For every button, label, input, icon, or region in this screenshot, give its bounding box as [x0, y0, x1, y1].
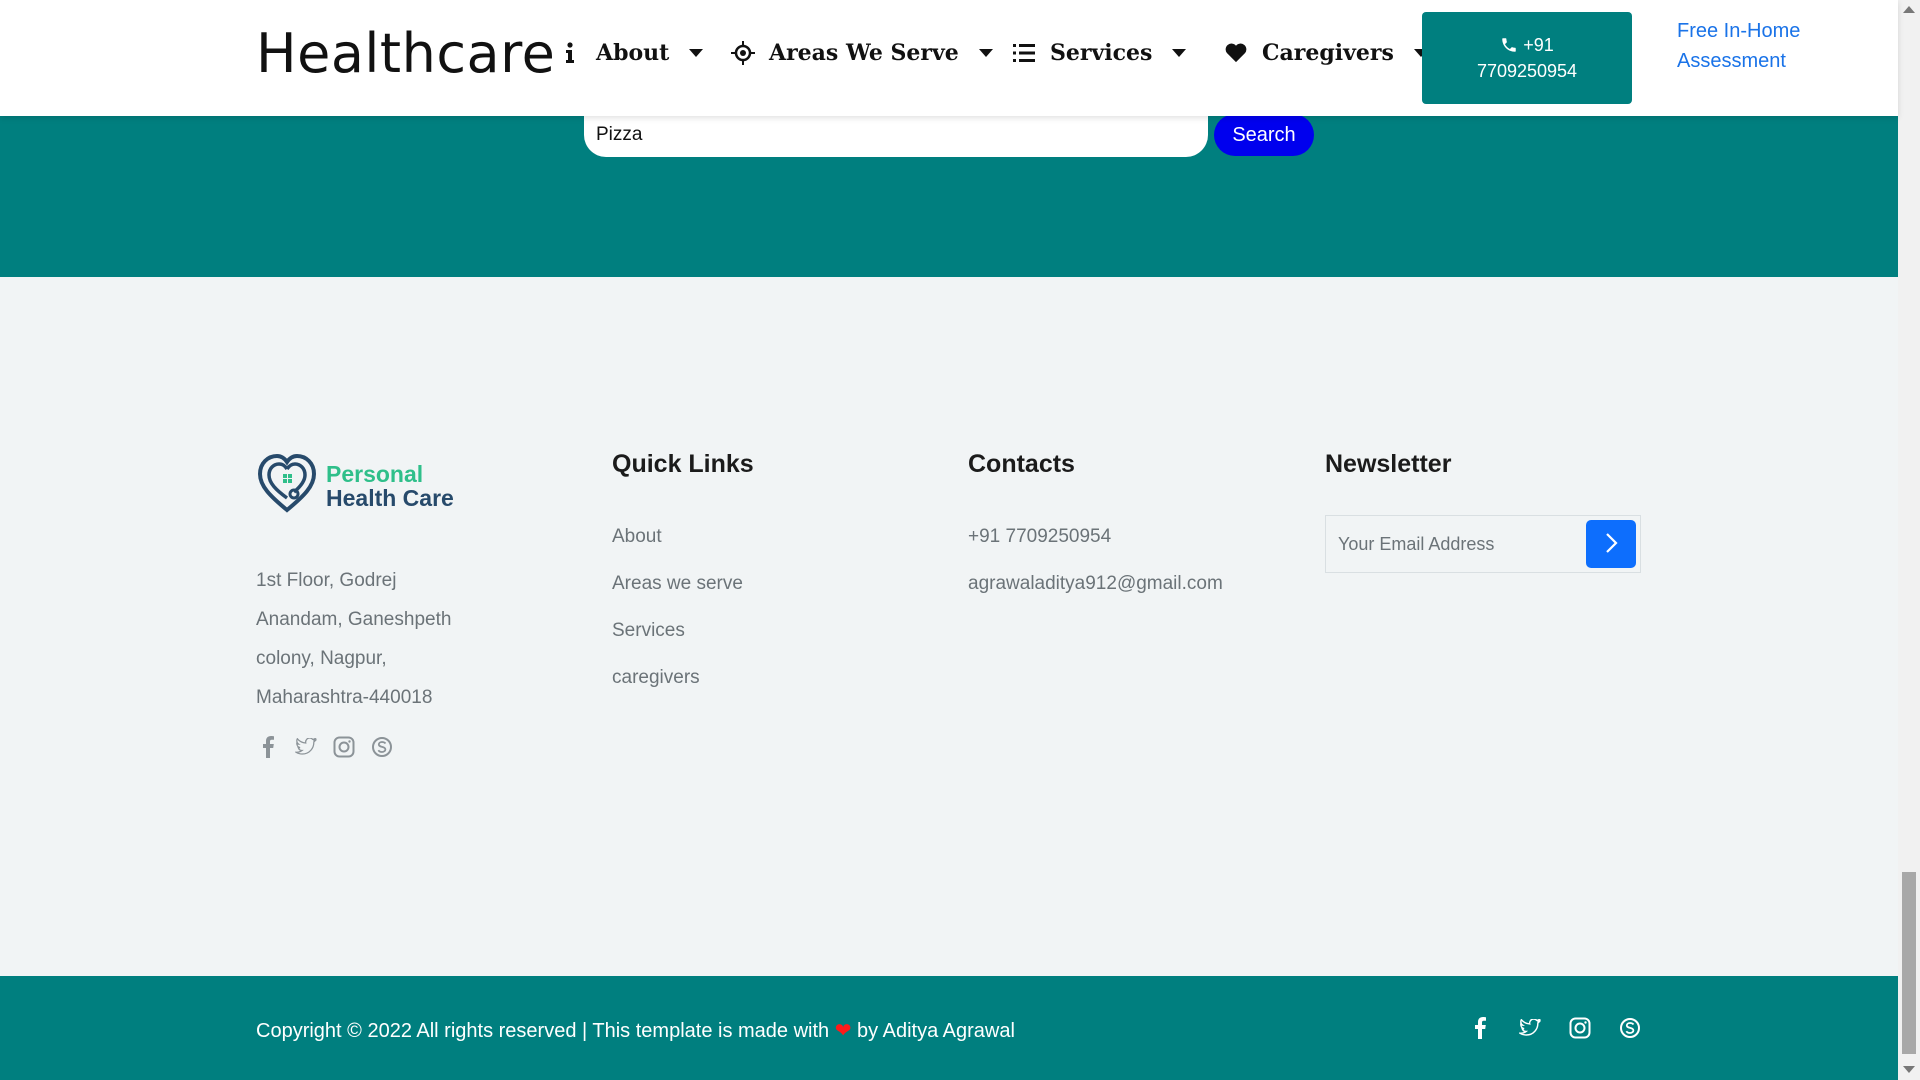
- contacts-list: +91 7709250954 agrawaladitya912@gmail.co…: [968, 513, 1223, 607]
- facebook-icon[interactable]: [1468, 1016, 1492, 1040]
- copyright-suffix: by Aditya Agrawal: [857, 1020, 1015, 1042]
- logo-text: Personal Health Care: [326, 462, 454, 510]
- nav-item-services[interactable]: Services: [1012, 40, 1187, 66]
- navbar: Healthcare About Areas We Serve Services…: [0, 0, 1898, 116]
- copyright-prefix: Copyright © 2022 All rights reserved | T…: [256, 1020, 830, 1042]
- footer-about-column: Personal Health Care 1st Floor, Godrej A…: [256, 450, 486, 759]
- phone-prefix: +91: [1523, 35, 1554, 55]
- search-bar: Search: [584, 113, 1314, 157]
- info-icon: [558, 41, 582, 65]
- site-logo[interactable]: Personal Health Care: [256, 450, 486, 521]
- heart-icon: [1224, 41, 1248, 65]
- chevron-down-icon: [689, 49, 704, 57]
- contact-phone-link[interactable]: +91 7709250954: [968, 513, 1223, 560]
- heart-stethoscope-logo-icon: [256, 450, 318, 521]
- chevron-right-icon: [1604, 532, 1618, 557]
- search-input[interactable]: [584, 113, 1208, 157]
- quick-links-list: About Areas we serve Services caregivers: [612, 513, 754, 701]
- nav-label-areas: Areas We Serve: [769, 40, 959, 66]
- scroll-down-arrow-icon[interactable]: [1903, 1066, 1915, 1073]
- scroll-up-arrow-icon[interactable]: [1903, 6, 1915, 13]
- bottom-bar: Copyright © 2022 All rights reserved | T…: [0, 976, 1898, 1080]
- footer-quick-links-column: Quick Links About Areas we serve Service…: [612, 450, 754, 701]
- quick-link-caregivers[interactable]: caregivers: [612, 654, 754, 701]
- list-icon: [1012, 41, 1036, 65]
- newsletter-submit-button[interactable]: [1586, 520, 1636, 568]
- quick-link-services[interactable]: Services: [612, 607, 754, 654]
- nav-label-about: About: [596, 40, 670, 66]
- nav-item-about[interactable]: About: [558, 40, 704, 66]
- nav-item-caregivers[interactable]: Caregivers: [1224, 40, 1428, 66]
- instagram-icon[interactable]: [1568, 1016, 1592, 1040]
- page-scrollbar[interactable]: [1898, 0, 1920, 1080]
- newsletter-email-input[interactable]: [1326, 516, 1586, 572]
- skype-icon[interactable]: [370, 735, 394, 759]
- call-button[interactable]: +91 7709250954: [1422, 12, 1632, 104]
- newsletter-title: Newsletter: [1325, 450, 1452, 478]
- contacts-title: Contacts: [968, 450, 1075, 478]
- free-assessment-link[interactable]: Free In-Home Assessment: [1677, 16, 1807, 76]
- twitter-icon[interactable]: [294, 735, 318, 759]
- nav-item-areas[interactable]: Areas We Serve: [731, 40, 993, 66]
- instagram-icon[interactable]: [332, 735, 356, 759]
- newsletter-form: [1325, 515, 1641, 573]
- footer-address: 1st Floor, Godrej Anandam, Ganeshpeth co…: [256, 570, 452, 708]
- footer-contacts-column: Contacts +91 7709250954 agrawaladitya912…: [968, 450, 1223, 607]
- quick-link-areas[interactable]: Areas we serve: [612, 560, 754, 607]
- footer-newsletter-column: Newsletter: [1325, 450, 1641, 573]
- phone-number: 7709250954: [1476, 61, 1578, 81]
- copyright-text: Copyright © 2022 All rights reserved | T…: [256, 1018, 1015, 1043]
- phone-icon: [1500, 35, 1523, 55]
- skype-icon[interactable]: [1618, 1016, 1642, 1040]
- search-button[interactable]: Search: [1214, 114, 1314, 156]
- footer-social-links: [256, 735, 486, 759]
- twitter-icon[interactable]: [1518, 1016, 1542, 1040]
- logo-line-2: Health Care: [326, 484, 454, 511]
- quick-link-about[interactable]: About: [612, 513, 754, 560]
- scrollbar-thumb[interactable]: [1902, 872, 1916, 1054]
- facebook-icon[interactable]: [256, 735, 280, 759]
- logo-line-1: Personal: [326, 460, 424, 487]
- crosshair-icon: [731, 41, 755, 65]
- contact-email-link[interactable]: agrawaladitya912@gmail.com: [968, 560, 1223, 607]
- heart-icon: ❤: [834, 1020, 852, 1042]
- nav-label-services: Services: [1050, 40, 1153, 66]
- chevron-down-icon: [1172, 49, 1187, 57]
- brand-title[interactable]: Healthcare: [256, 22, 555, 85]
- nav-label-caregivers: Caregivers: [1262, 40, 1394, 66]
- chevron-down-icon: [978, 49, 993, 57]
- quick-links-title: Quick Links: [612, 450, 754, 478]
- bottom-social-links: [1468, 1016, 1642, 1040]
